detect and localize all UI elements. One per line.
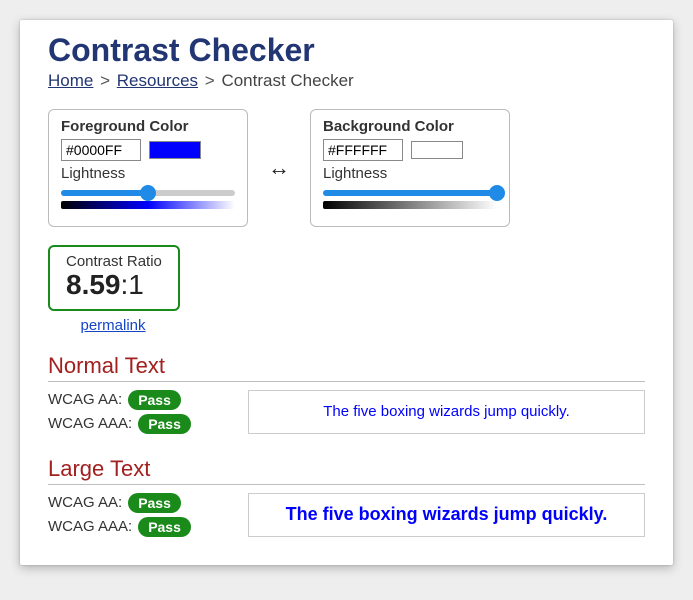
swap-colors-icon[interactable]: ↔: [268, 155, 290, 181]
large-aaa-label: WCAG AAA:: [48, 518, 132, 535]
contrast-ratio-box: Contrast Ratio 8.59:1: [48, 245, 180, 311]
permalink-link[interactable]: permalink: [80, 317, 145, 334]
normal-sample-text: The five boxing wizards jump quickly.: [323, 403, 570, 420]
normal-text-results: WCAG AA: Pass WCAG AAA: Pass: [48, 390, 228, 438]
foreground-hex-input[interactable]: [61, 139, 141, 161]
foreground-lightness-slider[interactable]: [61, 186, 235, 212]
foreground-lightness-label: Lightness: [61, 165, 235, 182]
contrast-checker-card: Contrast Checker Home > Resources > Cont…: [20, 20, 673, 565]
foreground-panel: Foreground Color Lightness: [48, 109, 248, 227]
contrast-ratio-suffix: :1: [121, 269, 144, 300]
background-panel: Background Color Lightness: [310, 109, 510, 227]
large-sample-text: The five boxing wizards jump quickly.: [286, 504, 608, 525]
large-aa-badge: Pass: [128, 493, 181, 513]
breadcrumb-sep-1: >: [100, 71, 110, 90]
background-lightness-label: Lightness: [323, 165, 497, 182]
normal-aa-badge: Pass: [128, 390, 181, 410]
contrast-ratio-value: 8.59: [66, 269, 121, 300]
breadcrumb-home[interactable]: Home: [48, 71, 93, 90]
breadcrumb-sep-2: >: [205, 71, 215, 90]
contrast-ratio-title: Contrast Ratio: [66, 253, 162, 270]
background-lightness-slider[interactable]: [323, 186, 497, 212]
normal-aaa-label: WCAG AAA:: [48, 415, 132, 432]
normal-aa-label: WCAG AA:: [48, 391, 122, 408]
normal-aaa-badge: Pass: [138, 414, 191, 434]
background-label: Background Color: [323, 118, 497, 135]
large-aa-label: WCAG AA:: [48, 494, 122, 511]
foreground-swatch[interactable]: [149, 141, 201, 159]
breadcrumb: Home > Resources > Contrast Checker: [48, 71, 645, 91]
normal-text-heading: Normal Text: [48, 353, 645, 382]
large-aaa-badge: Pass: [138, 517, 191, 537]
page-title: Contrast Checker: [48, 32, 645, 69]
background-swatch[interactable]: [411, 141, 463, 159]
foreground-label: Foreground Color: [61, 118, 235, 135]
breadcrumb-resources[interactable]: Resources: [117, 71, 198, 90]
large-text-heading: Large Text: [48, 456, 645, 485]
breadcrumb-current: Contrast Checker: [221, 71, 353, 90]
normal-sample-box: The five boxing wizards jump quickly.: [248, 390, 645, 434]
large-text-results: WCAG AA: Pass WCAG AAA: Pass: [48, 493, 228, 541]
large-sample-box: The five boxing wizards jump quickly.: [248, 493, 645, 537]
background-hex-input[interactable]: [323, 139, 403, 161]
